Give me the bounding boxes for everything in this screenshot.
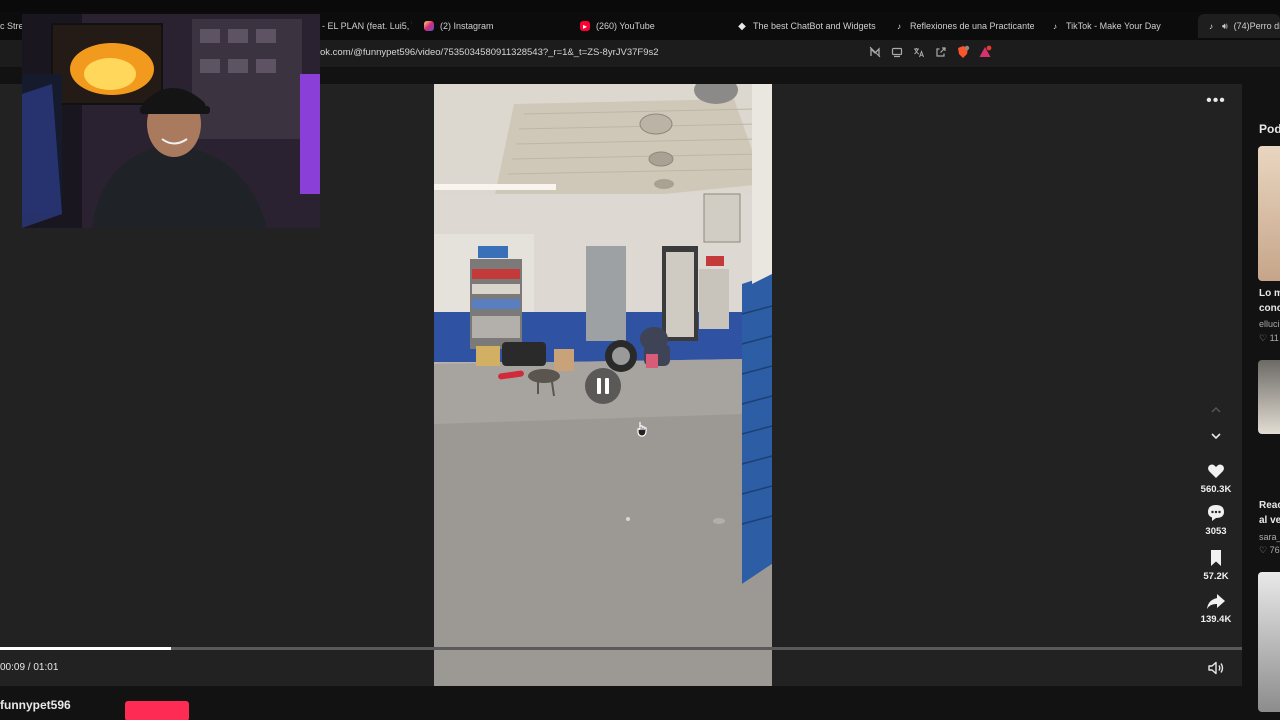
rec-thumbnail-2[interactable] xyxy=(1258,360,1280,434)
brave-shield-icon[interactable] xyxy=(956,45,970,59)
save-count: 57.2K xyxy=(1203,571,1229,582)
rec-title-line-1[interactable]: Reac xyxy=(1259,498,1280,513)
comment-icon xyxy=(1208,505,1224,521)
tiktok-icon: ♪ xyxy=(897,21,901,31)
bookmark-icon xyxy=(1211,550,1221,566)
tab-label: The best ChatBot and Widgets for xyxy=(753,21,877,31)
volume-button[interactable] xyxy=(1207,659,1225,677)
tiktok-icon: ♪ xyxy=(1053,21,1057,31)
speaker-icon xyxy=(1208,661,1224,675)
webcam-image xyxy=(22,14,320,228)
share-arrow-icon xyxy=(1207,594,1225,609)
rec-title-line-1[interactable]: Lo m xyxy=(1259,286,1280,301)
tab-reflexiones[interactable]: ♪ Reflexiones de una Practicante de xyxy=(894,14,1034,38)
recommendations-heading: Pod xyxy=(1259,122,1280,136)
save-button[interactable]: 57.2K xyxy=(1194,548,1238,582)
no-tracking-icon[interactable] xyxy=(868,45,882,59)
hand-cursor-icon xyxy=(637,422,647,437)
recommendations-panel: Pod Lo m conc elluci ♡ 11 Reac al ve sar… xyxy=(1255,84,1280,720)
tab-label: Reflexiones de una Practicante de xyxy=(910,21,1034,31)
rec-user[interactable]: elluci xyxy=(1259,319,1280,329)
rec-likes: ♡ 11 xyxy=(1259,333,1279,343)
audio-playing-icon: 🔊︎ xyxy=(1222,20,1228,31)
comment-button[interactable]: 3053 xyxy=(1194,503,1238,537)
like-button[interactable]: 560.3K xyxy=(1194,461,1238,495)
tab-el-plan[interactable]: - EL PLAN (feat. Lui5, Tr xyxy=(322,14,412,38)
previous-video-button[interactable] xyxy=(1208,405,1224,421)
tab-label: (74)Perro dive xyxy=(1233,21,1280,31)
instagram-icon xyxy=(424,21,434,31)
cast-icon[interactable] xyxy=(890,45,904,59)
tab-label: - EL PLAN (feat. Lui5, Tr xyxy=(322,21,412,31)
pause-icon xyxy=(597,378,609,394)
video-progress-fill xyxy=(0,647,172,650)
comment-count: 3053 xyxy=(1205,526,1227,537)
pause-button[interactable] xyxy=(585,368,621,404)
rec-thumbnail-1[interactable] xyxy=(1258,146,1280,281)
share-icon[interactable] xyxy=(934,45,948,59)
tab-label: (2) Instagram xyxy=(440,21,494,31)
share-count: 139.4K xyxy=(1200,614,1232,625)
tab-youtube[interactable]: ▸ (260) YouTube xyxy=(580,14,700,38)
rec-user[interactable]: sara_ xyxy=(1259,532,1280,542)
youtube-icon: ▸ xyxy=(580,21,590,31)
follow-button[interactable] xyxy=(125,701,189,720)
translate-icon[interactable] xyxy=(912,45,926,59)
chevron-down-icon xyxy=(1211,433,1221,440)
rec-title-line-2[interactable]: al ve xyxy=(1259,513,1280,528)
heart-icon xyxy=(1208,464,1224,478)
tab-chatbot[interactable]: ◆ The best ChatBot and Widgets for xyxy=(737,14,877,38)
author-name[interactable]: funnypet596 xyxy=(0,698,71,712)
share-button[interactable]: 139.4K xyxy=(1194,591,1238,625)
rec-likes: ♡ 76 xyxy=(1259,545,1280,555)
next-video-button[interactable] xyxy=(1208,431,1224,447)
brave-rewards-icon[interactable] xyxy=(978,45,992,59)
video-progress-bar[interactable] xyxy=(0,647,1242,650)
streamer-webcam xyxy=(22,14,320,228)
tab-active-video[interactable]: ♪ 🔊︎ (74)Perro dive xyxy=(1198,14,1280,38)
rec-title-line-2[interactable]: conc xyxy=(1259,301,1280,316)
tab-label: TikTok - Make Your Day xyxy=(1066,21,1161,31)
chevron-up-icon xyxy=(1211,406,1221,413)
tab-strip-top xyxy=(0,0,1280,12)
video-time: 00:09 / 01:01 xyxy=(0,662,59,673)
tab-tiktok-home[interactable]: ♪ TikTok - Make Your Day xyxy=(1050,14,1190,38)
rec-thumbnail-3[interactable] xyxy=(1258,572,1280,712)
url-text[interactable]: ok.com/@funnypet596/video/75350345809113… xyxy=(320,47,659,58)
tab-instagram[interactable]: (2) Instagram xyxy=(424,14,544,38)
more-options-button[interactable]: ••• xyxy=(1205,92,1227,110)
video-frame[interactable] xyxy=(434,84,772,686)
chatbot-icon: ◆ xyxy=(738,20,746,32)
more-options-label: ••• xyxy=(1206,92,1226,109)
address-bar-actions xyxy=(868,45,992,59)
tiktok-icon: ♪ xyxy=(1209,21,1213,31)
tab-label: (260) YouTube xyxy=(596,21,655,31)
like-count: 560.3K xyxy=(1200,484,1232,495)
